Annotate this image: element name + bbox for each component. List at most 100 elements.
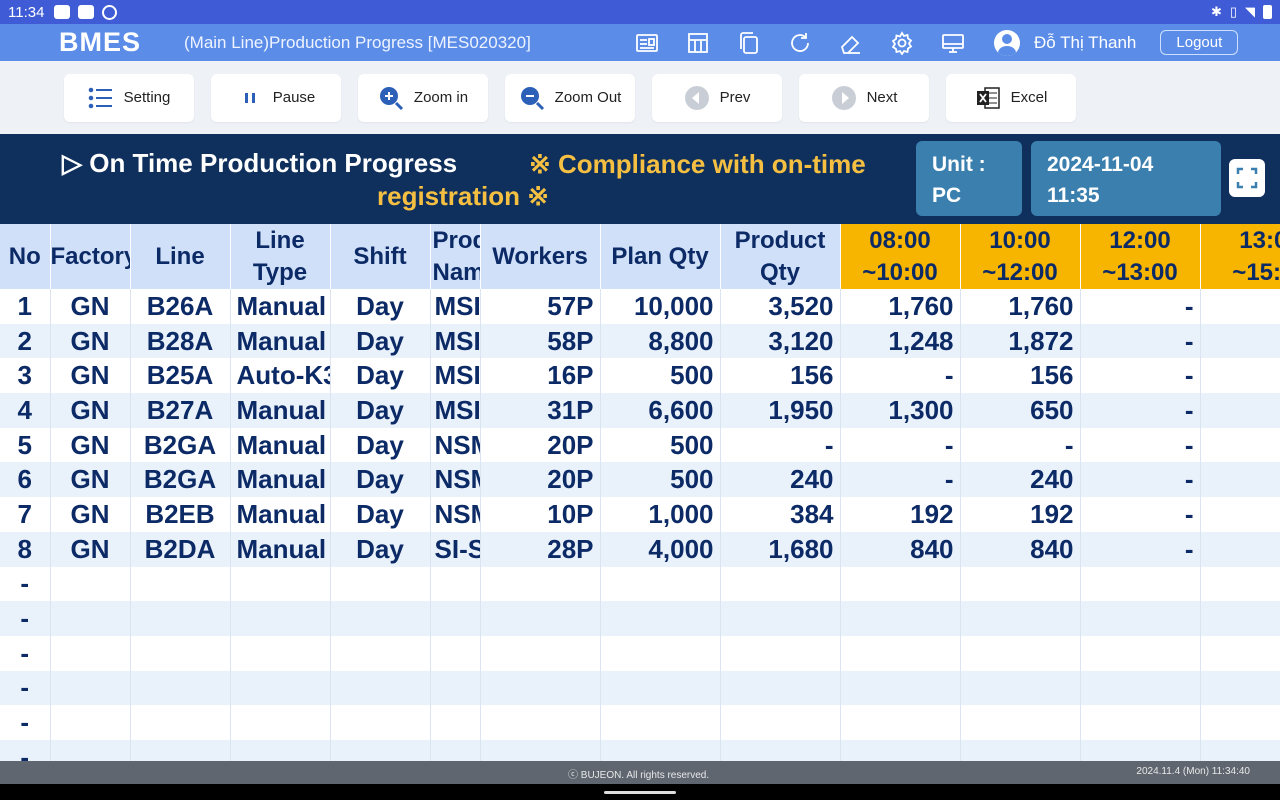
col-factory[interactable]: Factory [50, 224, 131, 289]
cell-t1: - [840, 358, 961, 394]
cell-empty [430, 705, 481, 740]
cell-empty [1080, 705, 1201, 740]
cell-empty [1080, 601, 1201, 636]
col-time-1300[interactable]: 13:00 ~15:00 [1200, 224, 1280, 289]
cell-empty [1200, 739, 1280, 761]
cell-line: B2GA [130, 462, 231, 498]
zoom-in-button[interactable]: Zoom in [358, 73, 488, 122]
cell-product: 156 [720, 358, 841, 394]
pause-button[interactable]: Pause [211, 73, 341, 122]
cell-empty [720, 566, 841, 602]
table-row[interactable]: 1 GN B26A Manual Day MSI 57P 10,000 3,520 1,760 1,… [0, 289, 1280, 324]
cell-prod: SI-S [430, 531, 481, 567]
cell-empty [1200, 705, 1280, 740]
col-line-type-1: Line [255, 226, 305, 254]
user-avatar-icon[interactable] [994, 29, 1020, 56]
cell-empty [1200, 566, 1280, 602]
cell-line: B2DA [130, 531, 231, 567]
setting-button[interactable]: Setting [64, 73, 194, 122]
report-icon[interactable] [634, 30, 660, 56]
cell-workers: 16P [480, 358, 601, 394]
cell-t3: - [1080, 393, 1201, 428]
image-icon [78, 5, 95, 19]
next-button[interactable]: Next [799, 73, 929, 122]
cell-shift: Day [330, 427, 431, 463]
col-no[interactable]: No [0, 224, 51, 289]
cell-type: Manual [230, 323, 331, 359]
gear-icon[interactable] [889, 30, 915, 56]
cell-no: 7 [0, 497, 51, 532]
col-product-name[interactable]: Prod Nam [430, 224, 481, 289]
refresh-icon[interactable] [787, 30, 813, 56]
copy-icon[interactable] [736, 30, 762, 56]
empty-row: - [0, 670, 1280, 706]
table-row[interactable]: 5GNB2GAManualDayNSM20P500---- [0, 427, 1280, 463]
cell-empty [480, 566, 601, 602]
cell-t1: 192 [840, 497, 961, 532]
excel-button[interactable]: Excel [946, 73, 1076, 122]
cell-t2: 650 [960, 393, 1081, 428]
col-line-type[interactable]: Line Type [230, 224, 331, 289]
zoom-out-button[interactable]: Zoom Out [505, 73, 635, 122]
table-row[interactable]: 3 GN B25A Auto-K3 Day MSI 16P 500 156-156- [0, 358, 1280, 394]
table-header-row: No Factory Line Line Type Shift Prod Nam W… [0, 224, 1280, 289]
prev-button[interactable]: Prev [652, 73, 782, 122]
empty-row: - [0, 601, 1280, 636]
prev-icon [684, 85, 709, 110]
cell-empty [600, 705, 721, 740]
table-row[interactable]: 8GNB2DAManualDaySI-S28P4,0001,680840840- [0, 531, 1280, 567]
col-line[interactable]: Line [130, 224, 231, 289]
col-workers[interactable]: Workers [480, 224, 601, 289]
t1-end: ~10:00 [862, 258, 938, 286]
cell-t2: 240 [960, 462, 1081, 498]
cell-workers: 20P [480, 462, 601, 498]
cell-no: - [0, 601, 51, 636]
empty-row: - [0, 739, 1280, 761]
col-time-1000[interactable]: 10:00 ~12:00 [960, 224, 1081, 289]
table-row[interactable]: 2 GN B28A Manual Day MSI 58P 8,800 3,120 1,248 1,8… [0, 323, 1280, 359]
cell-type: Manual [230, 462, 331, 498]
cell-t4 [1200, 358, 1280, 394]
cell-empty [230, 566, 331, 602]
empty-row: - [0, 635, 1280, 671]
next-label: Next [866, 89, 898, 106]
cell-no: 6 [0, 462, 51, 498]
eraser-icon[interactable] [838, 30, 864, 56]
current-date: 2024-11-04 [1047, 153, 1154, 176]
cell-empty [50, 566, 131, 602]
fullscreen-button[interactable] [1229, 159, 1265, 197]
table-row[interactable]: 6GNB2GAManualDayNSM20P500240-240- [0, 462, 1280, 498]
cell-empty [130, 705, 231, 740]
col-plan-qty[interactable]: Plan Qty [600, 224, 721, 289]
cell-prod: MSI [430, 323, 481, 359]
excel-icon [976, 86, 1000, 109]
empty-row: - [0, 566, 1280, 602]
logout-button[interactable]: Logout [1160, 30, 1239, 55]
col-time-1200[interactable]: 12:00 ~13:00 [1080, 224, 1201, 289]
cell-t3: - [1080, 323, 1201, 359]
col-time-0800[interactable]: 08:00 ~10:00 [840, 224, 961, 289]
table-icon[interactable] [685, 30, 711, 56]
cell-workers: 10P [480, 497, 601, 532]
cell-prod: MSI [430, 289, 481, 324]
app-header: BMES (Main Line)Production Progress [MES… [0, 24, 1280, 61]
cell-plan: 10,000 [600, 289, 721, 324]
cell-empty [480, 705, 601, 740]
home-gesture-pill[interactable] [604, 791, 676, 794]
cell-type: Manual [230, 289, 331, 324]
col-shift[interactable]: Shift [330, 224, 431, 289]
t1-start: 08:00 [869, 226, 931, 254]
brand-logo[interactable]: BMES [59, 27, 159, 58]
cell-product: 240 [720, 462, 841, 498]
wifi-icon: ◥ [1245, 4, 1255, 19]
cell-empty [330, 601, 431, 636]
monitor-icon[interactable] [940, 30, 966, 56]
cell-plan: 500 [600, 427, 721, 463]
cell-t4 [1200, 393, 1280, 428]
cell-empty [600, 601, 721, 636]
table-row[interactable]: 4 GN B27A Manual Day MSI 31P 6,600 1,950 1,300 650… [0, 393, 1280, 428]
production-table-container[interactable]: No Factory Line Line Type Shift Prod Nam W… [0, 224, 1280, 761]
col-product-qty[interactable]: Product Qty [720, 224, 841, 289]
table-row[interactable]: 7GNB2EBManualDayNSM10P1,000384192192- [0, 497, 1280, 532]
current-time: 11:35 [1047, 184, 1100, 207]
